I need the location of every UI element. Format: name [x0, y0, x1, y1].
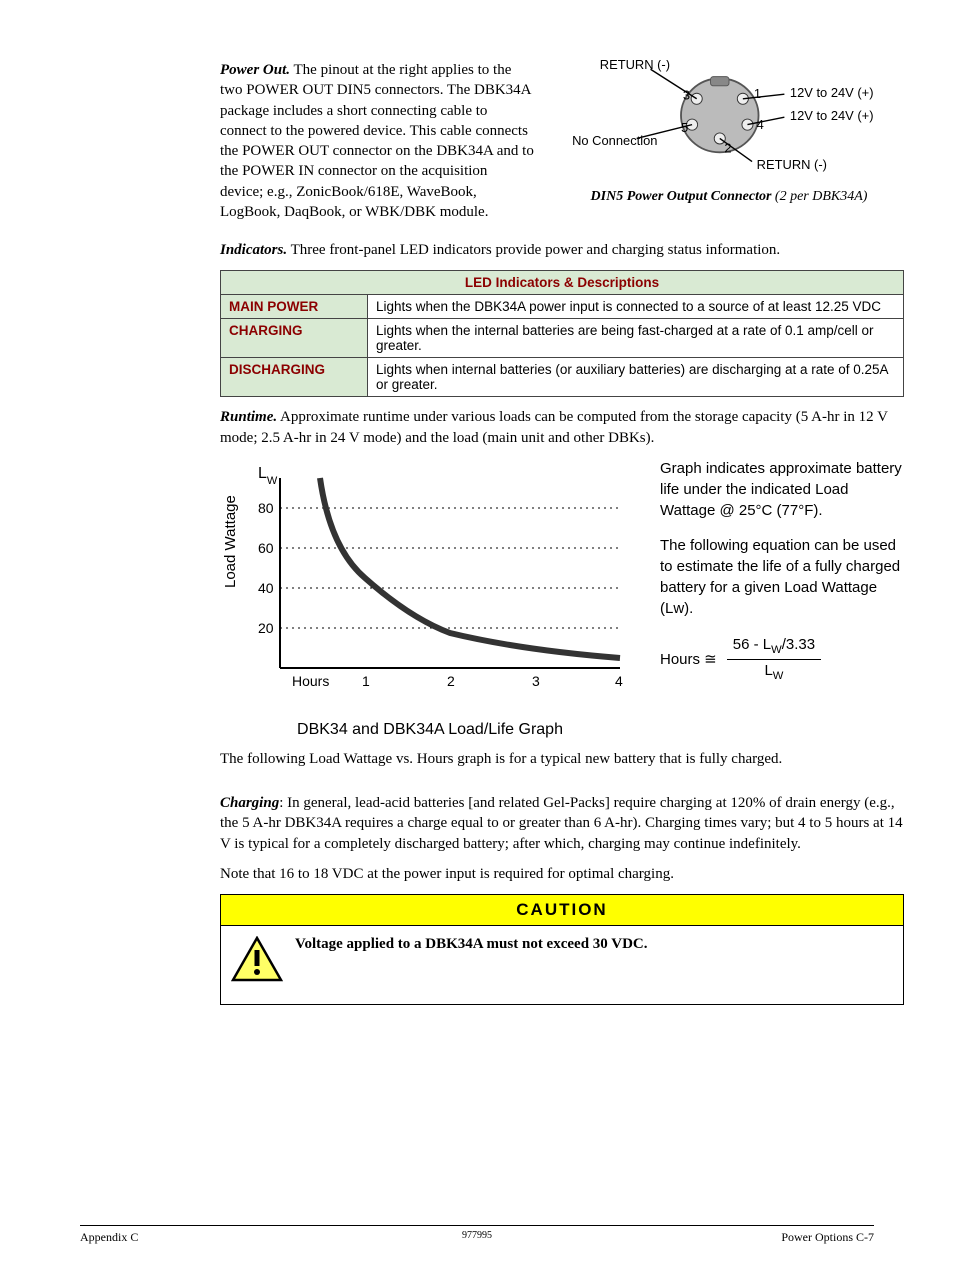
din5-connector-figure: 1 3 4 5 2 RETURN (-) 12V to 24V (+) 12V …	[554, 60, 904, 205]
led-table-header: LED Indicators & Descriptions	[221, 271, 904, 295]
led-row-label: CHARGING	[221, 319, 368, 358]
power-out-body: The pinout at the right applies to the t…	[220, 62, 534, 220]
led-indicators-table: LED Indicators & Descriptions MAIN POWER…	[220, 270, 904, 397]
svg-text:Hours: Hours	[292, 673, 329, 689]
din5-caption: DIN5 Power Output Connector (2 per DBK34…	[554, 189, 904, 205]
svg-text:1: 1	[362, 673, 370, 689]
caution-header: CAUTION	[221, 895, 903, 926]
svg-text:2: 2	[724, 140, 731, 155]
svg-text:12V to 24V (+): 12V to 24V (+)	[790, 85, 874, 100]
svg-text:LW: LW	[258, 465, 278, 487]
svg-text:1: 1	[754, 86, 761, 101]
indicators-intro: Indicators. Three front-panel LED indica…	[220, 240, 904, 260]
charging-paragraph: Charging: In general, lead-acid batterie…	[220, 793, 904, 854]
led-row-label: MAIN POWER	[221, 295, 368, 319]
charging-note: Note that 16 to 18 VDC at the power inpu…	[220, 864, 904, 884]
warning-triangle-icon	[231, 936, 283, 982]
power-out-heading: Power Out.	[220, 62, 290, 78]
svg-text:5: 5	[681, 120, 688, 135]
svg-text:60: 60	[258, 540, 274, 556]
led-row-desc: Lights when internal batteries (or auxil…	[368, 358, 904, 397]
svg-text:RETURN (-): RETURN (-)	[600, 60, 670, 72]
svg-text:40: 40	[258, 580, 274, 596]
runtime-paragraph: Runtime. Approximate runtime under vario…	[220, 407, 904, 448]
svg-text:80: 80	[258, 500, 274, 516]
svg-text:RETURN (-): RETURN (-)	[757, 157, 827, 172]
post-graph-note: The following Load Wattage vs. Hours gra…	[220, 749, 904, 769]
svg-text:20: 20	[258, 620, 274, 636]
svg-text:4: 4	[757, 117, 764, 132]
caution-box: CAUTION Voltage applied to a DBK34A must…	[220, 894, 904, 1005]
graph-title: DBK34 and DBK34A Load/Life Graph	[220, 721, 640, 739]
led-row-label: DISCHARGING	[221, 358, 368, 397]
led-row-desc: Lights when the DBK34A power input is co…	[368, 295, 904, 319]
page-footer: Appendix C 977995 Power Options C-7	[80, 1225, 874, 1245]
graph-side-text: Graph indicates approximate battery life…	[660, 458, 904, 685]
svg-text:3: 3	[683, 88, 690, 103]
svg-text:2: 2	[447, 673, 455, 689]
power-out-paragraph: Power Out. The pinout at the right appli…	[220, 60, 534, 222]
led-row-desc: Lights when the internal batteries are b…	[368, 319, 904, 358]
svg-text:12V to 24V (+): 12V to 24V (+)	[790, 108, 874, 123]
svg-text:Load Wattage: Load Wattage	[222, 495, 239, 588]
svg-text:4: 4	[615, 673, 623, 689]
load-life-graph: 20 40 60 80 1 2 3 4 Load Wattage LW Hour…	[220, 458, 640, 739]
svg-text:3: 3	[532, 673, 540, 689]
caution-text: Voltage applied to a DBK34A must not exc…	[295, 936, 648, 953]
svg-text:No Connection: No Connection	[572, 133, 657, 148]
footer-mid: 977995	[80, 1230, 874, 1241]
runtime-equation: Hours ≅ 56 - LW/3.33 LW	[660, 634, 904, 685]
